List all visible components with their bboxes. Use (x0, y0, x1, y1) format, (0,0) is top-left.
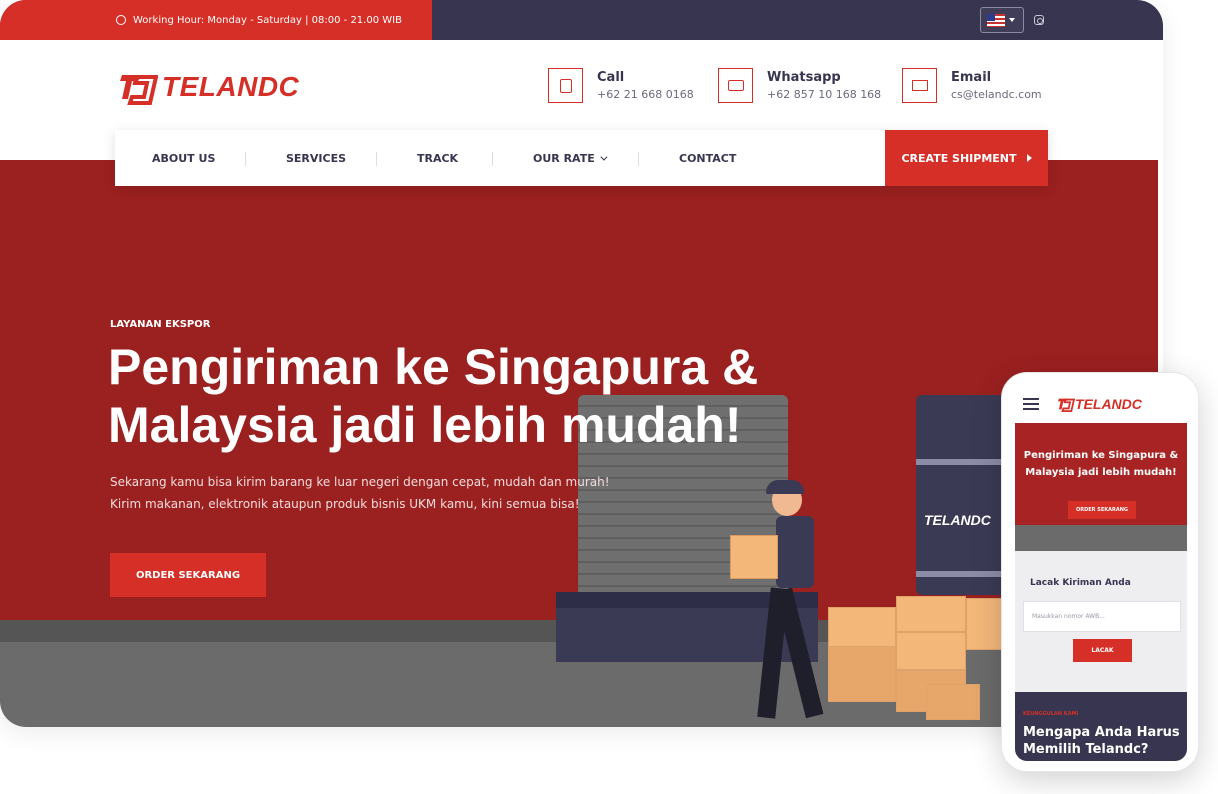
nav-contact[interactable]: CONTACT (679, 130, 736, 186)
hero-title-line-2: Malaysia jadi lebih mudah! (108, 397, 742, 453)
phone-icon (548, 68, 583, 103)
nav-our-rate[interactable]: OUR RATE (533, 130, 608, 186)
contact-email-value: cs@telandc.com (951, 88, 1042, 101)
mail-icon (902, 68, 937, 103)
desktop-browser-frame: Working Hour: Monday - Saturday | 08:00 … (0, 0, 1163, 727)
hamburger-menu-icon[interactable] (1023, 398, 1039, 410)
contact-call[interactable]: Call +62 21 668 0168 (548, 68, 694, 103)
contact-call-label: Call (597, 70, 625, 85)
hero-subtitle-line-2: Kirim makanan, elektronik ataupun produk… (110, 497, 580, 511)
chat-icon (718, 68, 753, 103)
hero-title: Pengiriman ke Singapura & Malaysia jadi … (108, 338, 828, 454)
create-shipment-button[interactable]: CREATE SHIPMENT (885, 130, 1048, 186)
nav-our-rate-label: OUR RATE (533, 151, 595, 165)
cargo-box (896, 596, 966, 632)
nav-services[interactable]: SERVICES (286, 130, 346, 186)
mobile-header: TELANDC (1015, 385, 1187, 423)
clock-icon (116, 15, 126, 25)
working-hours-bar: Working Hour: Monday - Saturday | 08:00 … (0, 0, 432, 40)
contact-whatsapp[interactable]: Whatsapp +62 857 10 168 168 (718, 68, 881, 103)
contact-email-label: Email (951, 70, 992, 85)
cargo-box (896, 632, 966, 670)
nav-divider (638, 152, 639, 166)
container-logo: TELANDC (924, 512, 991, 528)
mobile-hero-title: Pengiriman ke Singapura & Malaysia jadi … (1023, 450, 1179, 478)
language-selector[interactable] (980, 7, 1024, 33)
mobile-why-title: Mengapa Anda Harus Memilih Telandc? (1023, 725, 1180, 757)
cargo-box (828, 607, 896, 647)
mobile-track-button[interactable]: LACAK (1073, 639, 1132, 662)
mobile-awb-input[interactable]: Masukkan nomor AWB... (1023, 601, 1181, 632)
main-navigation: ABOUT US SERVICES TRACK OUR RATE CONTACT… (115, 130, 1048, 186)
logo-text: TELANDC (162, 71, 300, 102)
contact-whatsapp-value: +62 857 10 168 168 (767, 88, 882, 101)
chevron-down-icon (600, 153, 608, 161)
worker-body (776, 516, 814, 588)
worker-cap (766, 480, 804, 494)
order-now-button[interactable]: ORDER SEKARANG (110, 553, 266, 597)
instagram-icon[interactable] (1034, 15, 1044, 25)
contact-call-value: +62 21 668 0168 (597, 88, 694, 101)
cargo-box (926, 684, 980, 720)
hero-subtitle: Sekarang kamu bisa kirim barang ke luar … (110, 471, 710, 515)
nav-divider (492, 152, 493, 166)
cargo-box (828, 646, 896, 702)
mobile-logo-text[interactable]: TELANDC (1075, 396, 1142, 412)
chevron-right-icon (1026, 154, 1032, 162)
site-logo[interactable]: TELANDC (118, 69, 299, 105)
contact-whatsapp-label: Whatsapp (767, 70, 841, 85)
shipping-container-illustration (916, 395, 1006, 595)
telandc-logo-mark-icon (120, 75, 158, 105)
mobile-order-button[interactable]: ORDER SEKARANG (1068, 501, 1136, 519)
chevron-down-icon (1009, 18, 1015, 22)
nav-divider (376, 152, 377, 166)
nav-track[interactable]: TRACK (417, 130, 458, 186)
nav-about-us[interactable]: ABOUT US (152, 130, 215, 186)
create-shipment-label: CREATE SHIPMENT (901, 151, 1017, 165)
telandc-logo-mark-icon (1058, 398, 1075, 412)
worker-carried-box (730, 535, 778, 579)
mobile-hero-ground (1015, 525, 1187, 551)
working-hours-text: Working Hour: Monday - Saturday | 08:00 … (133, 14, 402, 26)
cargo-box (966, 598, 1006, 650)
mobile-why-tag: KEUNGGULAN KAMI (1023, 711, 1079, 717)
hero-title-line-1: Pengiriman ke Singapura & (108, 339, 759, 395)
hero-tag: LAYANAN EKSPOR (110, 319, 211, 330)
hero-subtitle-line-1: Sekarang kamu bisa kirim barang ke luar … (110, 475, 610, 489)
contact-email[interactable]: Email cs@telandc.com (902, 68, 1042, 103)
mobile-screen: TELANDC Pengiriman ke Singapura & Malays… (1015, 385, 1187, 761)
mobile-track-title: Lacak Kiriman Anda (1030, 578, 1131, 588)
mobile-phone-mockup: TELANDC Pengiriman ke Singapura & Malays… (1001, 372, 1199, 772)
nav-divider (245, 152, 246, 166)
us-flag-icon (987, 13, 1005, 27)
